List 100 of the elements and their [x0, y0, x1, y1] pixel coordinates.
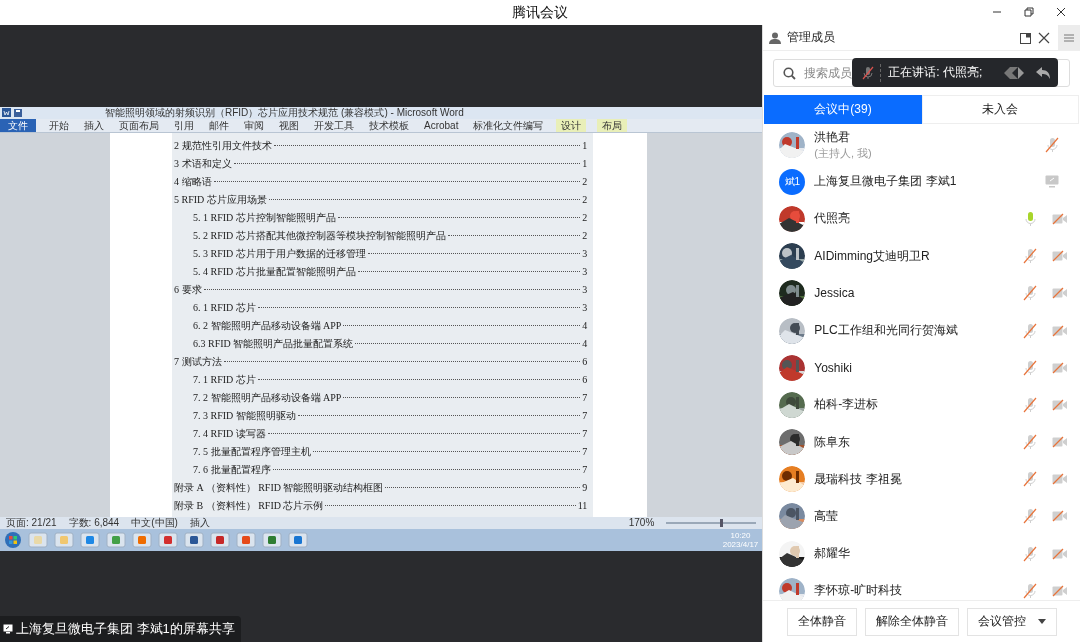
- footer-button[interactable]: 会议管控: [966, 607, 1057, 636]
- camera-off-icon[interactable]: [1052, 250, 1068, 263]
- ribbon-tab[interactable]: 页面布局: [117, 118, 161, 132]
- word-logo-icon: [2, 108, 11, 117]
- page-number: 1: [582, 138, 588, 153]
- ribbon-tab[interactable]: 开发工具: [312, 118, 356, 132]
- muted-mic-icon[interactable]: [1023, 434, 1037, 451]
- page-number: 11: [577, 498, 588, 513]
- menu-icon: [1064, 33, 1074, 42]
- toc-entry: 7. 6 批量配置程序: [193, 462, 271, 477]
- toc-entry: 5. 3 RFID 芯片用于用户数据的迁移管理: [193, 246, 366, 261]
- screen-share-icon: [1045, 175, 1059, 189]
- camera-off-icon[interactable]: [1052, 473, 1068, 486]
- footer-button[interactable]: 解除全体静音: [864, 607, 959, 636]
- app-icon[interactable]: [210, 531, 230, 548]
- restore-icon[interactable]: [1024, 7, 1034, 17]
- page-number: 2: [582, 210, 588, 225]
- page-number: 3: [582, 282, 588, 297]
- avatar: 斌1: [779, 168, 806, 195]
- menu-button[interactable]: [1058, 25, 1080, 50]
- member-name: 柏科-李进标: [814, 396, 879, 414]
- page-number: 4: [582, 318, 588, 333]
- muted-mic-icon[interactable]: [1045, 136, 1059, 153]
- member-name: Jessica: [814, 286, 855, 301]
- muted-mic-icon[interactable]: [1023, 248, 1037, 265]
- camera-off-icon[interactable]: [1052, 361, 1068, 374]
- document-title: 智能照明领域的射频识别（RFID）芯片应用技术规范 (兼容模式) - Microsoft Word: [105, 106, 464, 119]
- member-role: (主持人, 我): [814, 145, 872, 161]
- page-number: 7: [582, 408, 588, 423]
- toc-entry: 2 规范性引用文件技术: [174, 138, 272, 153]
- toc-entry: 6. 1 RFID 芯片: [193, 300, 256, 315]
- camera-off-icon[interactable]: [1052, 584, 1068, 597]
- camera-off-icon[interactable]: [1052, 324, 1068, 337]
- camera-off-icon[interactable]: [1052, 398, 1068, 411]
- ribbon-tab[interactable]: 引用: [172, 118, 196, 132]
- muted-mic-icon[interactable]: [1023, 582, 1037, 599]
- camera-off-icon[interactable]: [1052, 436, 1068, 449]
- search-field[interactable]: 搜索成员 正在讲话: 代照亮;: [773, 59, 1070, 87]
- popout-icon[interactable]: [1020, 31, 1032, 44]
- page-number: 3: [582, 264, 588, 279]
- search-input[interactable]: 搜索成员: [804, 66, 865, 80]
- window-title: 腾讯会议: [512, 3, 568, 22]
- ribbon-tab[interactable]: 审阅: [242, 118, 266, 132]
- muted-mic-icon[interactable]: [1023, 285, 1037, 302]
- page-number: 2: [582, 192, 588, 207]
- ribbon-tab[interactable]: Acrobat: [422, 118, 461, 132]
- camera-off-icon[interactable]: [1052, 510, 1068, 523]
- app-icon[interactable]: [106, 531, 126, 548]
- page-number: 7: [582, 426, 588, 441]
- app-icon[interactable]: [132, 531, 152, 548]
- member-tab[interactable]: 未入会: [921, 95, 1079, 124]
- app-icon[interactable]: [80, 531, 100, 548]
- ribbon-tab[interactable]: 技术模板: [367, 118, 411, 132]
- toc-entry: 7. 1 RFID 芯片: [193, 372, 256, 387]
- footer-button[interactable]: 全体静音: [786, 607, 857, 636]
- status-text: 字数: 6,844: [68, 516, 120, 529]
- back-arrow-icon[interactable]: [1036, 66, 1051, 79]
- member-name: AIDimming艾迪明卫R: [814, 247, 930, 265]
- page-number: 6: [582, 372, 588, 387]
- page-number: 2: [582, 174, 588, 189]
- toc-entry: 7. 5 批量配置程序管理主机: [193, 444, 311, 459]
- toc-entry: 附录 B （资料性） RFID 芯片示例: [174, 498, 324, 513]
- muted-mic-icon[interactable]: [1023, 396, 1037, 413]
- app-icon[interactable]: [158, 531, 178, 548]
- muted-mic-icon[interactable]: [1023, 508, 1037, 525]
- toc-entry: 6.3 RFID 智能照明产品批量配置系统: [193, 336, 354, 351]
- search-icon: [783, 66, 797, 80]
- clock-date: 2023/4/17: [722, 539, 759, 549]
- toc-entry: 6. 2 智能照明产品移动设备端 APP: [193, 318, 342, 333]
- camera-off-icon[interactable]: [1052, 547, 1068, 560]
- ribbon-tab[interactable]: 邮件: [207, 118, 231, 132]
- toc-entry: 7. 2 智能照明产品移动设备端 APP: [193, 390, 342, 405]
- muted-mic-icon[interactable]: [1023, 359, 1037, 376]
- muted-mic-icon[interactable]: [1023, 471, 1037, 488]
- muted-mic-icon[interactable]: [1023, 545, 1037, 562]
- camera-off-icon[interactable]: [1052, 212, 1068, 225]
- app-icon[interactable]: [236, 531, 256, 548]
- toc-entry: 5. 4 RFID 芯片批量配置智能照明产品: [193, 264, 356, 279]
- camera-off-icon[interactable]: [1052, 287, 1068, 300]
- ribbon-tab[interactable]: 开始: [47, 118, 71, 132]
- ribbon-tab[interactable]: 标准化文件编写: [471, 118, 546, 132]
- zoom-slider-thumb[interactable]: [720, 518, 724, 527]
- close-icon[interactable]: [1038, 31, 1050, 44]
- sharer-text: 上海复旦微电子集团 李斌1的屏幕共享: [16, 620, 235, 638]
- ribbon-tab[interactable]: 视图: [277, 118, 301, 132]
- member-tab[interactable]: 会议中(39): [764, 95, 922, 124]
- status-text: 插入: [189, 516, 210, 529]
- mic-icon[interactable]: [1023, 210, 1037, 227]
- app-icon[interactable]: [288, 531, 308, 548]
- save-icon[interactable]: [14, 108, 22, 117]
- app-icon[interactable]: [184, 531, 204, 548]
- app-icon[interactable]: [262, 531, 282, 548]
- toast-text: 正在讲话: 代照亮;: [888, 64, 983, 81]
- close-icon[interactable]: [1056, 7, 1066, 17]
- member-name: 陈阜东: [814, 433, 851, 451]
- caret-icon: [1037, 619, 1046, 624]
- muted-mic-icon: [862, 65, 875, 80]
- ribbon-tab[interactable]: 插入: [82, 118, 106, 132]
- muted-mic-icon[interactable]: [1023, 322, 1037, 339]
- start-icon[interactable]: [4, 530, 22, 549]
